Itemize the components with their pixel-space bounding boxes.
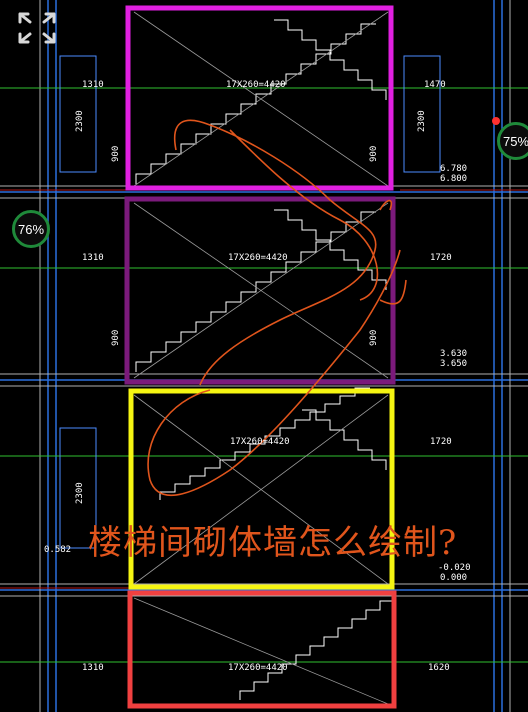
dim-900-d: 900 [369,330,379,346]
cad-drawing-canvas[interactable]: 17X260=4420 17X260=4420 17X260=4420 17X2… [0,0,528,712]
question-annotation: 楼梯间砌体墙怎么绘制? [88,523,458,563]
stair-label-1: 17X260=4420 [226,80,286,90]
dim-900-c: 900 [111,330,121,346]
stair-label-2: 17X260=4420 [228,253,288,263]
highlight-box-4 [127,590,397,709]
dim-2300-b: 2300 [75,482,85,504]
dim-1310-b: 1310 [82,253,104,263]
level-6800: 6.800 [440,174,467,184]
level-3650: 3.650 [440,359,467,369]
dim-2300-right: 2300 [417,110,427,132]
stair-label-3: 17X260=4420 [230,437,290,447]
dim-1720-b: 1720 [430,437,452,447]
level-3630: 3.630 [440,349,467,359]
highlight-box-2 [124,196,396,385]
level-m020: -0.020 [438,563,471,573]
dim-1620: 1620 [428,663,450,673]
stair-flight [302,409,387,470]
level-0582: 0.582 [44,545,71,555]
zoom-badge-left-label: 76% [17,221,45,237]
stair-label-4: 17X260=4420 [228,663,288,673]
dim-900-b: 900 [369,146,379,162]
dim-900-a: 900 [111,146,121,162]
red-dot-marker [492,117,500,125]
zoom-badge-right[interactable]: 75% [497,122,528,160]
dim-2300-a: 2300 [75,110,85,132]
expand-arrows-icon[interactable] [16,10,58,46]
stair-flight [274,209,387,290]
stair-flight [239,600,394,700]
dim-1310-c: 1310 [82,663,104,673]
zoom-badge-left[interactable]: 76% [12,210,50,248]
dim-1310-a: 1310 [82,80,104,90]
level-6780: 6.780 [440,164,467,174]
dim-1470: 1470 [424,80,446,90]
level-0000: 0.000 [440,573,467,583]
zoom-badge-right-label: 75% [502,133,528,149]
dim-1720-a: 1720 [430,253,452,263]
stair-break-line [133,597,389,705]
